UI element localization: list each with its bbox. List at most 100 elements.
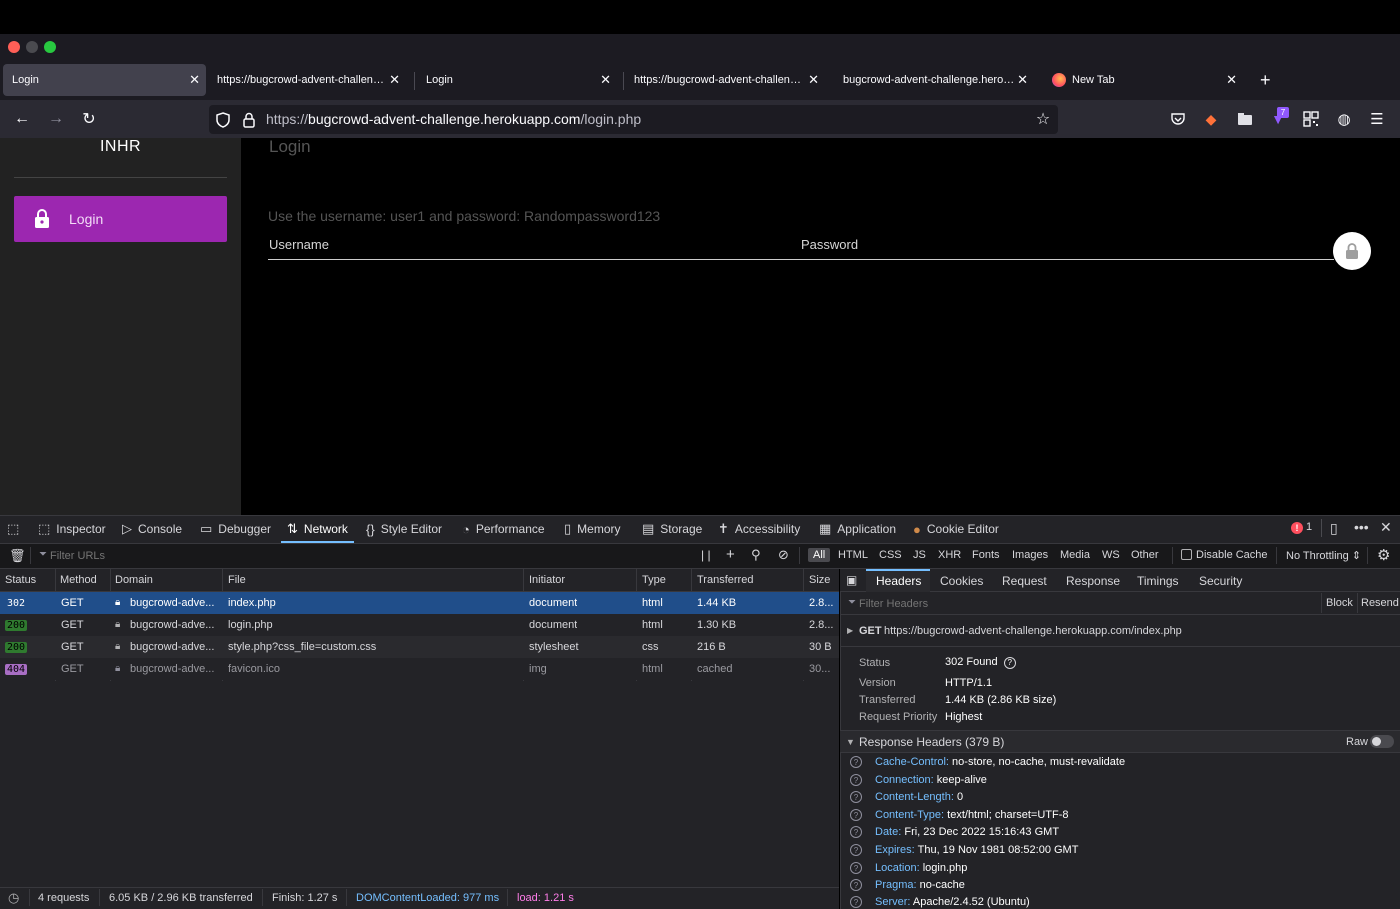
error-icon[interactable]: ! [1291, 522, 1303, 534]
column-header-domain[interactable]: Domain [115, 574, 153, 586]
dock-side-icon[interactable]: ▯ [1330, 520, 1338, 537]
column-header-status[interactable]: Status [5, 574, 36, 586]
header-row[interactable]: Date: Fri, 23 Dec 2022 15:16:43 GMT [875, 826, 1059, 838]
username-field[interactable]: Username [269, 237, 329, 252]
browser-tab[interactable]: https://bugcrowd-advent-challenge.heroku… [625, 64, 825, 96]
tool-tab-performance[interactable]: ◔ Performance [462, 515, 545, 543]
header-row[interactable]: Expires: Thu, 19 Nov 1981 08:52:00 GMT [875, 844, 1078, 856]
header-row[interactable]: Cache-Control: no-store, no-cache, must-… [875, 756, 1125, 768]
header-row[interactable]: Content-Length: 0 [875, 791, 963, 803]
filter-type-js[interactable]: JS [908, 548, 931, 562]
browser-tab[interactable]: Login ✕ [3, 64, 206, 96]
extension-folder-icon[interactable] [1235, 109, 1255, 129]
help-icon[interactable]: ? [850, 879, 862, 891]
column-header-transferred[interactable]: Transferred [697, 574, 753, 586]
column-header-initiator[interactable]: Initiator [529, 574, 565, 586]
filter-type-xhr[interactable]: XHR [933, 548, 966, 562]
details-tab-headers[interactable]: Headers [876, 574, 921, 588]
pocket-icon[interactable] [1168, 109, 1188, 129]
hamburger-menu-icon[interactable]: ☰ [1367, 109, 1387, 129]
header-row[interactable]: Content-Type: text/html; charset=UTF-8 [875, 809, 1069, 821]
filter-type-ws[interactable]: WS [1097, 548, 1125, 562]
filter-headers-input[interactable] [859, 596, 1309, 611]
help-icon[interactable]: ? [850, 774, 862, 786]
submit-login-button[interactable] [1333, 232, 1371, 270]
filter-type-html[interactable]: HTML [833, 548, 873, 562]
help-icon[interactable]: ? [850, 896, 862, 908]
close-tab-icon[interactable]: ✕ [1017, 72, 1028, 88]
close-tab-icon[interactable]: ✕ [808, 72, 819, 88]
header-row[interactable]: Pragma: no-cache [875, 879, 965, 891]
block-button[interactable]: Block [1326, 597, 1353, 609]
browser-tab[interactable]: New Tab ✕ [1043, 64, 1243, 96]
help-icon[interactable]: ? [850, 791, 862, 803]
raw-toggle[interactable] [1370, 735, 1394, 748]
minimize-window-button[interactable] [26, 41, 38, 53]
add-request-icon[interactable]: + [726, 546, 735, 563]
qr-code-icon[interactable] [1301, 109, 1321, 129]
zoom-window-button[interactable] [44, 41, 56, 53]
help-icon[interactable]: ? [850, 844, 862, 856]
element-picker-icon[interactable]: ⬚ [7, 521, 19, 537]
reload-icon[interactable]: ↻ [77, 107, 101, 131]
browser-tab[interactable]: Login ✕ [417, 64, 617, 96]
tool-tab-inspector[interactable]: ⬚ Inspector [38, 515, 106, 543]
toggle-sidebar-icon[interactable]: ▣ [846, 573, 857, 587]
details-tab-response[interactable]: Response [1066, 574, 1120, 588]
back-arrow-icon[interactable]: ← [10, 107, 34, 131]
tool-tab-accessibility[interactable]: ✝ Accessibility [718, 515, 800, 543]
more-options-icon[interactable]: ••• [1354, 519, 1369, 535]
trash-icon[interactable]: 🗑 [9, 548, 26, 564]
search-icon[interactable]: ⚲ [751, 547, 761, 563]
password-field[interactable]: Password [801, 237, 858, 252]
tool-tab-network[interactable]: ⇅ Network [281, 515, 354, 543]
help-icon[interactable]: ? [850, 862, 862, 874]
collapse-arrow-icon[interactable]: ▼ [846, 737, 855, 747]
lock-icon[interactable] [241, 111, 257, 129]
sidebar-login-button[interactable]: Login [14, 196, 227, 242]
network-settings-gear-icon[interactable]: ⚙ [1377, 546, 1390, 564]
help-icon[interactable]: ? [1003, 657, 1016, 669]
url-text[interactable]: https://bugcrowd-advent-challenge.heroku… [266, 111, 641, 127]
cookie-icon[interactable]: ◍ [1334, 109, 1354, 129]
help-icon[interactable]: ? [850, 809, 862, 821]
help-icon[interactable]: ? [850, 826, 862, 838]
tool-tab-debugger[interactable]: ▭ Debugger [200, 515, 271, 543]
header-row[interactable]: Connection: keep-alive [875, 774, 987, 786]
filter-type-css[interactable]: CSS [874, 548, 907, 562]
filter-urls-input[interactable] [50, 547, 690, 564]
new-tab-icon[interactable]: + [1260, 70, 1271, 91]
extension-fox-icon[interactable]: ◆ [1201, 109, 1221, 129]
block-requests-icon[interactable]: ⊘ [778, 547, 789, 563]
tool-tab-storage[interactable]: ▤ Storage [642, 515, 702, 543]
details-tab-request[interactable]: Request [1002, 574, 1047, 588]
bookmark-star-icon[interactable]: ☆ [1033, 109, 1053, 129]
browser-tab[interactable]: https://bugcrowd-advent-challenge.heroku… [208, 64, 406, 96]
close-tab-icon[interactable]: ✕ [189, 72, 200, 88]
filter-type-media[interactable]: Media [1055, 548, 1095, 562]
filter-type-images[interactable]: Images [1007, 548, 1053, 562]
column-header-file[interactable]: File [228, 574, 246, 586]
close-tab-icon[interactable]: ✕ [389, 72, 400, 88]
close-devtools-icon[interactable]: ✕ [1380, 519, 1392, 536]
filter-type-all[interactable]: All [808, 548, 831, 562]
pause-icon[interactable]: | | [701, 548, 711, 562]
close-window-button[interactable] [8, 41, 20, 53]
browser-tab[interactable]: bugcrowd-advent-challenge.herokuapp.com/… [834, 64, 1034, 96]
column-header-size[interactable]: Size [809, 574, 830, 586]
header-row[interactable]: Location: login.php [875, 862, 967, 874]
tool-tab-application[interactable]: ▦ Application [819, 515, 896, 543]
tool-tab-style-editor[interactable]: {} Style Editor [366, 515, 442, 543]
column-header-method[interactable]: Method [60, 574, 97, 586]
header-row[interactable]: Server: Apache/2.4.52 (Ubuntu) [875, 896, 1030, 908]
shield-icon[interactable] [214, 111, 232, 129]
close-tab-icon[interactable]: ✕ [600, 72, 611, 88]
tool-tab-cookie-editor[interactable]: ● Cookie Editor [913, 515, 999, 543]
tool-tab-memory[interactable]: ▯ Memory [564, 515, 621, 543]
filter-type-other[interactable]: Other [1126, 548, 1164, 562]
close-tab-icon[interactable]: ✕ [1226, 72, 1237, 88]
forward-arrow-icon[interactable]: → [44, 107, 68, 131]
details-tab-timings[interactable]: Timings [1137, 574, 1179, 588]
resend-button[interactable]: Resend [1361, 597, 1399, 609]
tool-tab-console[interactable]: ▷ Console [122, 515, 182, 543]
